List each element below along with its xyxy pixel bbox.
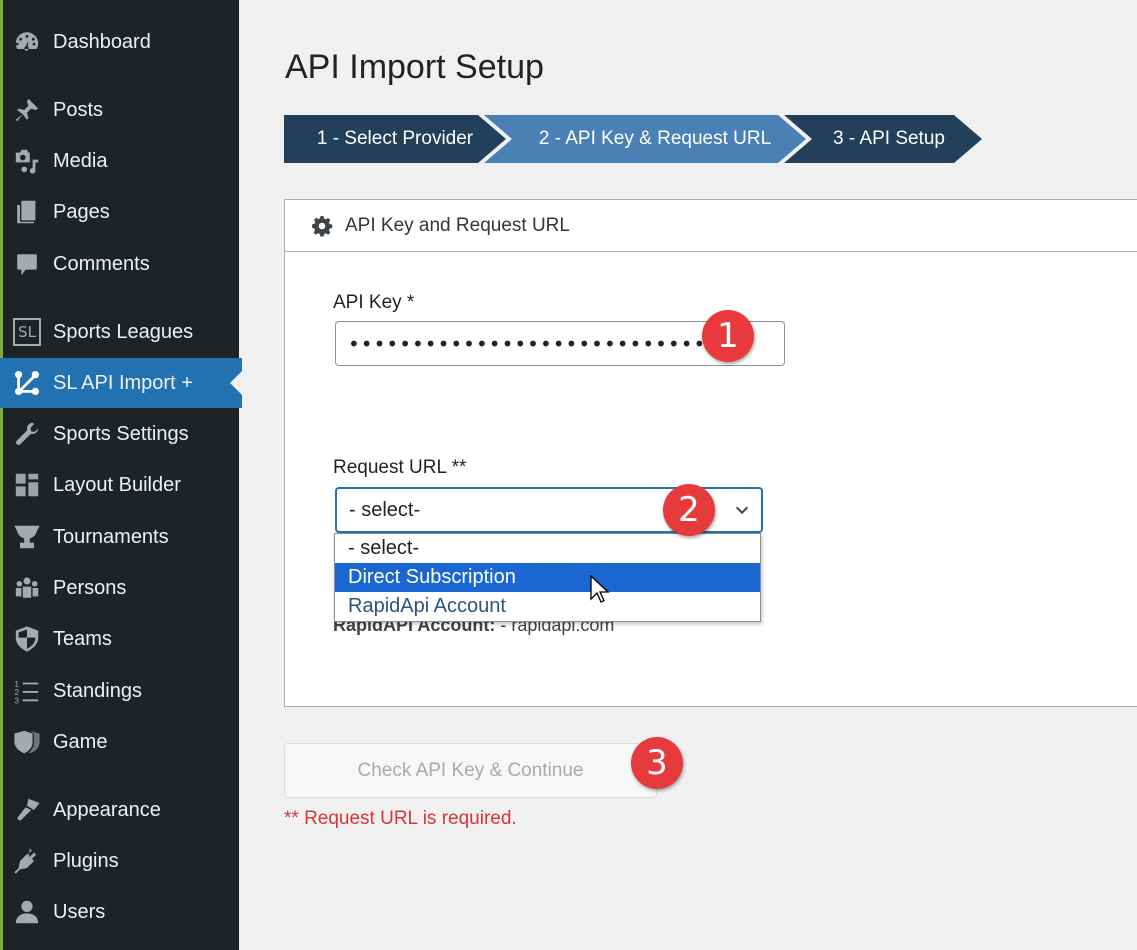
sidebar-item-sports-leagues[interactable]: SL Sports Leagues [0, 307, 242, 357]
layout-icon [12, 470, 42, 500]
sidebar-item-tournaments[interactable]: Tournaments [0, 512, 242, 562]
sidebar-item-sl-api-import[interactable]: SL API Import + [0, 358, 242, 408]
check-api-key-continue-button[interactable]: Check API Key & Continue [284, 743, 657, 798]
shield-icon [12, 624, 42, 654]
chevron-down-icon [735, 506, 749, 515]
sidebar-item-standings[interactable]: 123 Standings [0, 666, 242, 716]
user-icon [12, 897, 42, 927]
wrench-icon [12, 419, 42, 449]
dashboard-icon [12, 27, 42, 57]
sidebar-label: Users [53, 900, 106, 923]
sidebar-label: Comments [53, 252, 150, 275]
media-icon [12, 146, 42, 176]
panel-header: API Key and Request URL [285, 200, 1137, 252]
svg-text:3: 3 [14, 696, 19, 705]
gear-icon [312, 215, 333, 237]
annotation-badge-3: 3 [631, 737, 683, 789]
sidebar-label: Media [53, 149, 108, 172]
option-direct-subscription[interactable]: Direct Subscription [335, 563, 760, 592]
trophy-icon [12, 522, 42, 552]
sidebar-item-posts[interactable]: Posts [0, 85, 242, 135]
sidebar-item-game[interactable]: Game [0, 717, 242, 767]
sidebar-label: Game [53, 730, 108, 753]
error-message: ** Request URL is required. [284, 808, 517, 829]
sidebar-item-pages[interactable]: Pages [0, 187, 242, 237]
step-api-setup[interactable]: 3 - API Setup [784, 115, 982, 163]
sidebar-item-appearance[interactable]: Appearance [0, 785, 242, 835]
sidebar-label: Standings [53, 679, 142, 702]
request-url-selected: - select- [349, 498, 421, 521]
sidebar-label: SL API Import + [53, 371, 193, 394]
plug-icon [12, 846, 42, 876]
sidebar-label: Posts [53, 98, 104, 121]
step-select-provider[interactable]: 1 - Select Provider [284, 115, 506, 163]
sidebar-label: Tournaments [53, 525, 169, 548]
sidebar-item-comments[interactable]: Comments [0, 239, 242, 289]
sidebar-item-users[interactable]: Users [0, 887, 242, 937]
sidebar-item-teams[interactable]: Teams [0, 614, 242, 664]
pages-icon [12, 197, 42, 227]
persons-icon [12, 573, 42, 603]
step-api-key-request-url[interactable]: 2 - API Key & Request URL [484, 115, 806, 163]
sidebar-label: Persons [53, 576, 127, 599]
sidebar-item-plugins[interactable]: Plugins [0, 836, 242, 886]
request-url-options: - select- Direct Subscription RapidApi A… [334, 533, 761, 622]
sidebar-label: Layout Builder [53, 473, 181, 496]
panel-title: API Key and Request URL [345, 214, 570, 236]
paintbrush-icon [12, 795, 42, 825]
option-select[interactable]: - select- [335, 534, 760, 563]
mouse-cursor-icon [590, 575, 610, 603]
api-key-value: •••••••••••••••••••••••••••••• [348, 331, 732, 356]
api-import-icon [12, 368, 42, 398]
sidebar-label: Sports Leagues [53, 320, 194, 343]
ordered-list-icon: 123 [12, 676, 42, 706]
sidebar-item-persons[interactable]: Persons [0, 563, 242, 613]
annotation-badge-2: 2 [663, 484, 715, 536]
comment-icon [12, 249, 42, 279]
annotation-badge-1: 1 [702, 310, 754, 362]
option-rapidapi-account[interactable]: RapidApi Account [335, 592, 760, 621]
sidebar-label: Dashboard [53, 30, 151, 53]
sidebar-label: Teams [53, 627, 112, 650]
sidebar-item-media[interactable]: Media [0, 136, 242, 186]
sidebar-item-dashboard[interactable]: Dashboard [0, 17, 242, 67]
sidebar-label: Plugins [53, 849, 119, 872]
api-key-panel: API Key and Request URL API Key * ••••••… [284, 199, 1137, 707]
request-url-label: Request URL ** [333, 457, 467, 478]
pin-icon [12, 95, 42, 125]
game-shield-icon [12, 727, 42, 757]
sl-logo-icon: SL [12, 317, 42, 347]
sidebar-item-layout-builder[interactable]: Layout Builder [0, 460, 242, 510]
sidebar-label: Sports Settings [53, 422, 189, 445]
api-key-label: API Key * [333, 292, 415, 313]
page-title: API Import Setup [285, 48, 544, 86]
sidebar-label: Appearance [53, 798, 161, 821]
sidebar-label: Pages [53, 200, 110, 223]
admin-sidebar: Dashboard Posts Media Pages Comments SL … [0, 0, 242, 950]
sidebar-item-sports-settings[interactable]: Sports Settings [0, 409, 242, 459]
